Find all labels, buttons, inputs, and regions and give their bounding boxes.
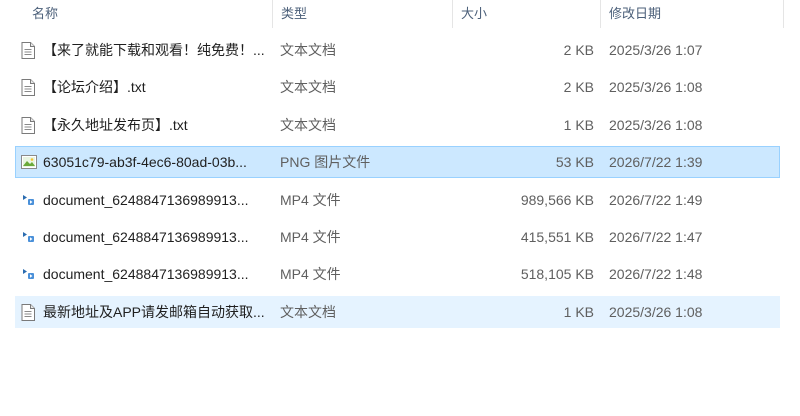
file-modified-date: 2026/7/22 1:39 — [609, 154, 703, 171]
file-size: 1 KB — [563, 303, 594, 320]
file-name[interactable]: 【来了就能下载和观看！纯免费！... — [43, 35, 275, 65]
video-file-icon — [21, 185, 39, 215]
file-size: 53 KB — [555, 154, 594, 171]
file-size: 518,105 KB — [520, 266, 594, 283]
file-name[interactable]: 【永久地址发布页】.txt — [43, 110, 275, 140]
file-type: 文本文档 — [280, 42, 336, 58]
file-row[interactable]: 63051c79-ab3f-4ec6-80ad-03b... PNG 图片文件 53… — [15, 146, 780, 179]
image-file-icon — [21, 147, 39, 177]
column-header-type[interactable]: 类型 — [272, 0, 452, 28]
file-type: 文本文档 — [280, 303, 336, 320]
file-name[interactable]: 【论坛介绍】.txt — [43, 72, 275, 102]
file-type: 文本文档 — [280, 116, 336, 133]
file-row[interactable]: document_6248847136989913... MP4 文件 989,56… — [15, 184, 780, 216]
file-type: MP4 文件 — [280, 229, 341, 245]
file-modified-date: 2025/3/26 1:08 — [609, 303, 703, 320]
file-row[interactable]: 最新地址及APP请发邮箱自动获取... 文本文档 1 KB 2025/3/26 1:0… — [15, 295, 780, 328]
file-type: PNG 图片文件 — [280, 154, 371, 171]
file-type: MP4 文件 — [280, 266, 341, 283]
file-type: MP4 文件 — [280, 191, 341, 208]
column-header-size-label: 大小 — [461, 6, 488, 21]
file-name[interactable]: document_6248847136989913... — [43, 259, 275, 289]
file-modified-date: 2025/3/26 1:07 — [609, 42, 703, 58]
file-size: 1 KB — [563, 116, 594, 133]
file-name[interactable]: document_6248847136989913... — [43, 185, 275, 215]
file-type: 文本文档 — [280, 79, 336, 96]
column-header-bar: 名称 ⌃ 类型 大小 修改日期 — [0, 0, 800, 28]
video-file-icon — [21, 222, 39, 252]
column-header-size[interactable]: 大小 — [452, 0, 600, 28]
file-name[interactable]: 63051c79-ab3f-4ec6-80ad-03b... — [43, 147, 275, 177]
column-header-modified[interactable]: 修改日期 — [600, 0, 784, 28]
text-file-icon — [21, 35, 39, 65]
file-name[interactable]: 最新地址及APP请发邮箱自动获取... — [43, 297, 275, 327]
sort-ascending-icon: ⌃ — [146, 0, 156, 2]
text-file-icon — [21, 72, 39, 102]
video-file-icon — [21, 259, 39, 289]
file-size: 415,551 KB — [520, 229, 594, 245]
column-header-name-label: 名称 — [32, 6, 59, 21]
file-size: 2 KB — [563, 42, 594, 58]
file-row[interactable]: 【论坛介绍】.txt 文本文档 2 KB 2025/3/26 1:08 — [15, 71, 780, 103]
column-header-modified-label: 修改日期 — [609, 6, 662, 21]
file-size: 989,566 KB — [520, 191, 594, 208]
file-row[interactable]: 【来了就能下载和观看！纯免费！... 文本文档 2 KB 2025/3/26 1:07 — [15, 34, 780, 66]
column-header-name[interactable]: 名称 — [24, 0, 272, 28]
file-modified-date: 2026/7/22 1:48 — [609, 266, 703, 283]
file-modified-date: 2025/3/26 1:08 — [609, 79, 703, 96]
file-row[interactable]: document_6248847136989913... MP4 文件 518,10… — [15, 258, 780, 290]
text-file-icon — [21, 297, 39, 327]
file-row[interactable]: document_6248847136989913... MP4 文件 415,55… — [15, 221, 780, 253]
file-modified-date: 2026/7/22 1:49 — [609, 191, 703, 208]
text-file-icon — [21, 110, 39, 140]
file-modified-date: 2025/3/26 1:08 — [609, 116, 703, 133]
file-name[interactable]: document_6248847136989913... — [43, 222, 275, 252]
file-row[interactable]: 【永久地址发布页】.txt 文本文档 1 KB 2025/3/26 1:08 — [15, 109, 780, 141]
file-modified-date: 2026/7/22 1:47 — [609, 229, 703, 245]
column-header-type-label: 类型 — [281, 6, 308, 21]
file-size: 2 KB — [563, 79, 594, 96]
